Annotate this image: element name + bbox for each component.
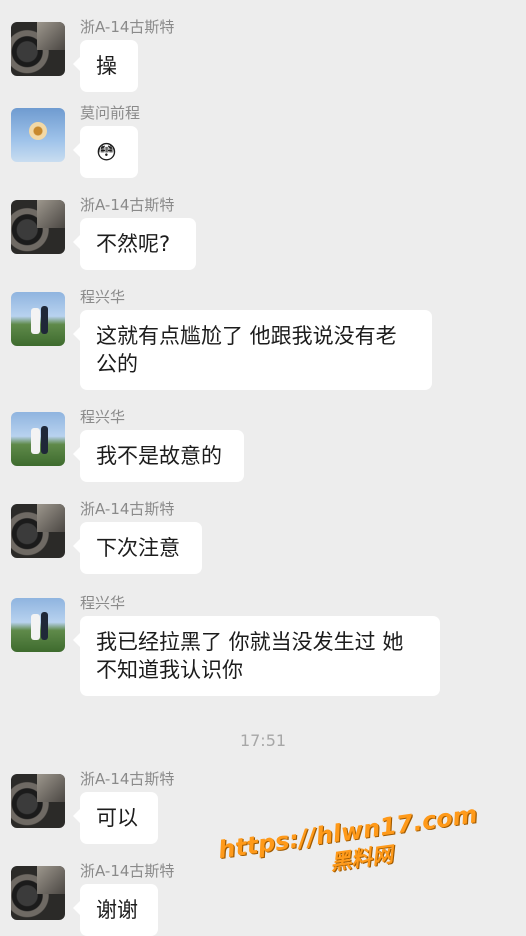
avatar[interactable] bbox=[11, 22, 65, 76]
message-bubble[interactable]: 谢谢 bbox=[73, 884, 158, 936]
chat-log[interactable]: 浙A-14古斯特 操 莫问前程 😳 浙A-14古斯特 不然呢? 程兴华 这就有点… bbox=[0, 0, 526, 936]
sender-name: 程兴华 bbox=[80, 408, 126, 426]
avatar[interactable] bbox=[11, 108, 65, 162]
message-bubble[interactable]: 可以 bbox=[73, 792, 158, 844]
message-bubble[interactable]: 我已经拉黑了 你就当没发生过 她 不知道我认识你 bbox=[73, 616, 440, 696]
sender-name: 浙A-14古斯特 bbox=[80, 18, 175, 36]
avatar[interactable] bbox=[11, 774, 65, 828]
message-text-line: 我已经拉黑了 你就当没发生过 她 bbox=[96, 630, 404, 654]
avatar[interactable] bbox=[11, 292, 65, 346]
message-text-line: 不知道我认识你 bbox=[96, 658, 243, 682]
avatar[interactable] bbox=[11, 412, 65, 466]
message-text: 不然呢? bbox=[96, 232, 171, 256]
message-bubble[interactable]: 下次注意 bbox=[73, 522, 202, 574]
sender-name: 浙A-14古斯特 bbox=[80, 862, 175, 880]
avatar[interactable] bbox=[11, 866, 65, 920]
message-text-line: 这就有点尴尬了 他跟我说没有老 bbox=[96, 324, 397, 348]
flower-icon bbox=[29, 122, 47, 140]
message-text: 我不是故意的 bbox=[96, 444, 222, 468]
message-text: 可以 bbox=[96, 806, 138, 830]
message-bubble[interactable]: 我不是故意的 bbox=[73, 430, 244, 482]
message-text: 下次注意 bbox=[96, 536, 180, 560]
sender-name: 浙A-14古斯特 bbox=[80, 196, 175, 214]
message-bubble[interactable]: 😳 bbox=[73, 126, 138, 178]
timestamp: 17:51 bbox=[239, 731, 287, 750]
message-text: 😳 bbox=[96, 140, 117, 164]
avatar[interactable] bbox=[11, 504, 65, 558]
message-bubble[interactable]: 操 bbox=[73, 40, 138, 92]
watermark: https://hlwn17.com 黑料网 bbox=[216, 800, 483, 892]
avatar[interactable] bbox=[11, 200, 65, 254]
message-bubble[interactable]: 这就有点尴尬了 他跟我说没有老 公的 bbox=[73, 310, 432, 390]
sender-name: 莫问前程 bbox=[80, 104, 141, 122]
sender-name: 浙A-14古斯特 bbox=[80, 500, 175, 518]
avatar[interactable] bbox=[11, 598, 65, 652]
sender-name: 浙A-14古斯特 bbox=[80, 770, 175, 788]
sender-name: 程兴华 bbox=[80, 288, 126, 306]
message-text: 操 bbox=[96, 54, 117, 78]
message-bubble[interactable]: 不然呢? bbox=[73, 218, 196, 270]
sender-name: 程兴华 bbox=[80, 594, 126, 612]
message-text-line: 公的 bbox=[96, 352, 138, 376]
message-text: 谢谢 bbox=[96, 898, 138, 922]
